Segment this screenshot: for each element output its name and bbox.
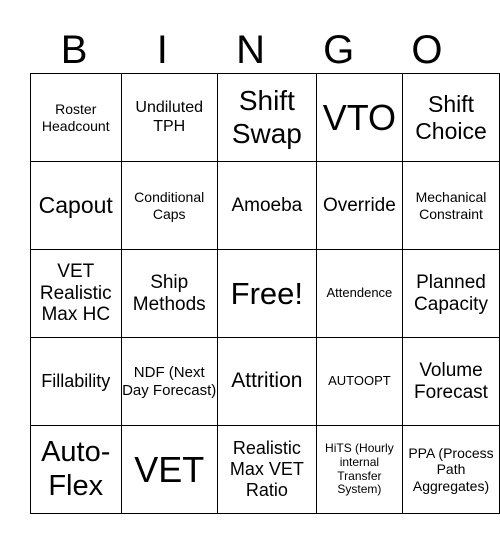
bingo-cell[interactable]: Mechanical Constraint [402,161,500,250]
bingo-cell[interactable]: Shift Swap [216,73,317,162]
bingo-cell[interactable]: HiTS (Hourly internal Transfer System) [315,425,404,514]
header-letter-i: I [156,28,168,72]
header-letter-g: G [323,28,355,72]
bingo-cell[interactable]: PPA (Process Path Aggregates) [402,425,500,514]
header-letter-n: N [236,28,265,72]
bingo-header: B I N G O [30,28,471,72]
bingo-cell[interactable]: Roster Headcount [30,73,122,162]
bingo-cell[interactable]: NDF (Next Day Forecast) [120,337,218,426]
bingo-cell[interactable]: AUTOOPT [315,337,404,426]
bingo-grid: Roster Headcount Undiluted TPH Shift Swa… [30,73,500,514]
bingo-cell[interactable]: Override [315,161,404,250]
header-letter-o: O [411,28,443,72]
bingo-cell[interactable]: Undiluted TPH [120,73,218,162]
bingo-cell[interactable]: Volume Forecast [402,337,500,426]
bingo-cell[interactable]: Free! [216,249,317,338]
bingo-cell[interactable]: VTO [315,73,404,162]
header-letter-b: B [60,28,88,72]
bingo-cell[interactable]: Attrition [216,337,317,426]
bingo-cell[interactable]: Ship Methods [120,249,218,338]
bingo-cell[interactable]: Fillability [30,337,122,426]
bingo-cell[interactable]: VET [120,425,218,514]
bingo-cell[interactable]: Realistic Max VET Ratio [216,425,317,514]
bingo-cell[interactable]: Amoeba [216,161,317,250]
bingo-cell[interactable]: Capout [30,161,122,250]
bingo-cell[interactable]: Attendence [315,249,404,338]
bingo-cell[interactable]: Planned Capacity [402,249,500,338]
bingo-cell[interactable]: Conditional Caps [120,161,218,250]
bingo-cell[interactable]: Auto-Flex [30,425,122,514]
bingo-cell[interactable]: VET Realistic Max HC [30,249,122,338]
bingo-cell[interactable]: Shift Choice [402,73,500,162]
